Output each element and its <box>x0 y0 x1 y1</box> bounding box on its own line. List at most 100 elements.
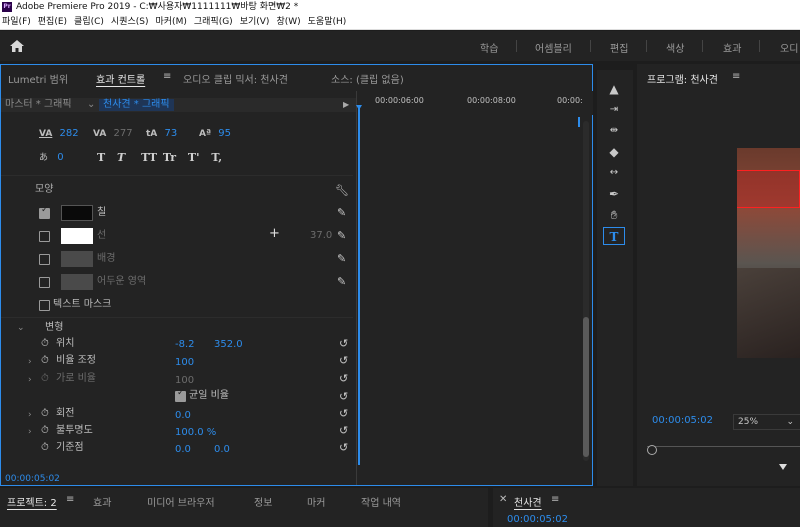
tab-effects[interactable]: 효과 <box>93 494 111 509</box>
selection-tool-icon[interactable]: ▲ <box>603 80 625 98</box>
vertical-scrollbar[interactable] <box>583 121 589 461</box>
menu-sequence[interactable]: 시퀀스(S) <box>109 14 154 29</box>
tracking-value[interactable]: 277 <box>114 128 133 139</box>
ripple-edit-tool-icon[interactable]: ⇹ <box>603 122 625 140</box>
chevron-right-icon[interactable]: › <box>28 410 32 420</box>
kerning-value[interactable]: 282 <box>60 128 79 139</box>
menu-help[interactable]: 도움말(H) <box>306 14 352 29</box>
wrench-icon[interactable]: 🔧︎ <box>335 184 349 197</box>
anchor-x-value[interactable]: 0.0 <box>175 441 191 459</box>
razor-tool-icon[interactable]: ◆ <box>603 143 625 161</box>
position-y-value[interactable]: 352.0 <box>214 336 243 354</box>
stopwatch-icon[interactable]: ⏱︎ <box>41 355 49 366</box>
workspace-editing[interactable]: 편집 <box>610 40 628 55</box>
uniform-scale-checkbox[interactable] <box>175 388 186 402</box>
fill-checkbox[interactable] <box>39 205 50 219</box>
eyedropper-icon[interactable]: ✎ <box>337 252 346 265</box>
scrollbar-thumb[interactable] <box>583 317 589 457</box>
home-icon[interactable] <box>9 39 25 53</box>
eyedropper-icon[interactable]: ✎ <box>337 206 346 219</box>
slip-tool-icon[interactable]: ↔ <box>603 164 625 182</box>
chevron-right-icon[interactable]: › <box>28 375 32 385</box>
rotation-value[interactable]: 0.0 <box>175 407 191 425</box>
tab-lumetri-scopes[interactable]: Lumetri 범위 <box>8 71 68 86</box>
menu-view[interactable]: 보기(V) <box>238 14 275 29</box>
reset-icon[interactable]: ↺ <box>339 441 348 454</box>
tab-project[interactable]: 프로젝트: 2 <box>7 494 57 509</box>
tab-source[interactable]: 소스: (클립 없음) <box>331 71 404 86</box>
playhead-handle[interactable] <box>356 105 362 110</box>
reset-icon[interactable]: ↺ <box>339 354 348 367</box>
opacity-value[interactable]: 100.0 % <box>175 424 216 442</box>
playhead[interactable] <box>356 105 362 465</box>
all-caps-button[interactable]: TT <box>141 151 157 164</box>
panel-menu-icon[interactable]: ≡ <box>163 71 171 82</box>
tab-effect-controls[interactable]: 효과 컨트롤 <box>96 71 145 86</box>
stopwatch-icon[interactable]: ⏱︎ <box>41 442 49 453</box>
workspace-assembly[interactable]: 어셈블리 <box>535 40 572 55</box>
text-mask-checkbox[interactable] <box>39 300 50 311</box>
reset-icon[interactable]: ↺ <box>339 337 348 350</box>
superscript-button[interactable]: T' <box>188 151 200 164</box>
active-clip-label[interactable]: 천사견 * 그래픽 <box>99 99 174 111</box>
pen-tool-icon[interactable]: ✒ <box>603 185 625 203</box>
anchor-y-value[interactable]: 0.0 <box>214 441 230 459</box>
track-select-tool-icon[interactable]: ⇥ <box>603 101 625 119</box>
workspace-color[interactable]: 색상 <box>666 40 684 55</box>
baseline-value[interactable]: 95 <box>218 128 231 139</box>
eyedropper-icon[interactable]: ✎ <box>337 229 346 242</box>
reset-icon[interactable]: ↺ <box>339 424 348 437</box>
tsume-value[interactable]: 0 <box>57 152 63 163</box>
panel-menu-icon[interactable]: ≡ <box>551 494 559 505</box>
zoom-level-select[interactable]: 25% ⌄ <box>733 414 800 430</box>
menu-clip[interactable]: 클립(C) <box>72 14 109 29</box>
tab-history[interactable]: 작업 내역 <box>361 494 401 509</box>
workspace-learning[interactable]: 학습 <box>480 40 498 55</box>
reset-icon[interactable]: ↺ <box>339 390 348 403</box>
close-icon[interactable]: ✕ <box>499 494 507 505</box>
time-ruler[interactable]: 00:00:06:00 00:00:08:00 00:00: <box>357 91 593 115</box>
tab-media-browser[interactable]: 미디어 브라우저 <box>147 494 215 509</box>
tab-sequence[interactable]: 천사견 <box>514 494 542 509</box>
subscript-button[interactable]: T, <box>211 151 222 164</box>
playhead-timecode[interactable]: 00:00:05:02 <box>652 415 713 426</box>
stopwatch-icon[interactable]: ⏱︎ <box>41 408 49 419</box>
small-caps-button[interactable]: Tr <box>163 151 176 164</box>
menu-window[interactable]: 창(W) <box>274 14 305 29</box>
shadow-checkbox[interactable] <box>39 277 50 288</box>
eyedropper-icon[interactable]: ✎ <box>337 275 346 288</box>
stopwatch-icon[interactable]: ⏱︎ <box>41 425 49 436</box>
chevron-down-icon[interactable]: ⌄ <box>87 98 95 112</box>
panel-menu-icon[interactable]: ≡ <box>732 71 740 82</box>
faux-italic-button[interactable]: T <box>117 151 125 164</box>
current-timecode[interactable]: 00:00:05:02 <box>5 474 60 484</box>
tab-audio-clip-mixer[interactable]: 오디오 클립 믹서: 천사견 <box>183 71 288 86</box>
reset-icon[interactable]: ↺ <box>339 407 348 420</box>
chevron-down-icon[interactable]: ⌄ <box>17 323 25 333</box>
program-time-ruler[interactable] <box>647 446 800 456</box>
master-clip-label[interactable]: 마스터 * 그래픽 <box>5 98 72 112</box>
background-color-swatch[interactable] <box>61 251 93 267</box>
leading-value[interactable]: 73 <box>164 128 177 139</box>
add-marker-icon[interactable] <box>779 464 787 470</box>
stroke-width-value[interactable]: 37.0 <box>310 230 332 241</box>
stroke-color-swatch[interactable] <box>61 228 93 244</box>
stopwatch-icon[interactable]: ⏱︎ <box>41 338 49 349</box>
chevron-right-icon[interactable]: › <box>28 357 32 367</box>
chevron-right-icon[interactable]: › <box>28 427 32 437</box>
menu-file[interactable]: 파일(F) <box>0 14 36 29</box>
background-checkbox[interactable] <box>39 254 50 265</box>
type-tool-icon[interactable]: T <box>603 227 625 245</box>
sequence-timecode[interactable]: 00:00:05:02 <box>507 514 568 525</box>
tab-markers[interactable]: 마커 <box>307 494 325 509</box>
workspace-audio[interactable]: 오디 <box>780 40 798 55</box>
menu-graphics[interactable]: 그래픽(G) <box>192 14 238 29</box>
position-x-value[interactable]: -8.2 <box>175 336 195 354</box>
shadow-color-swatch[interactable] <box>61 274 93 290</box>
menu-markers[interactable]: 마커(M) <box>154 14 192 29</box>
stroke-checkbox[interactable] <box>39 231 50 242</box>
fill-color-swatch[interactable] <box>61 205 93 221</box>
reset-icon[interactable]: ↺ <box>339 372 348 385</box>
workspace-effects[interactable]: 효과 <box>723 40 741 55</box>
faux-bold-button[interactable]: T <box>97 151 105 164</box>
